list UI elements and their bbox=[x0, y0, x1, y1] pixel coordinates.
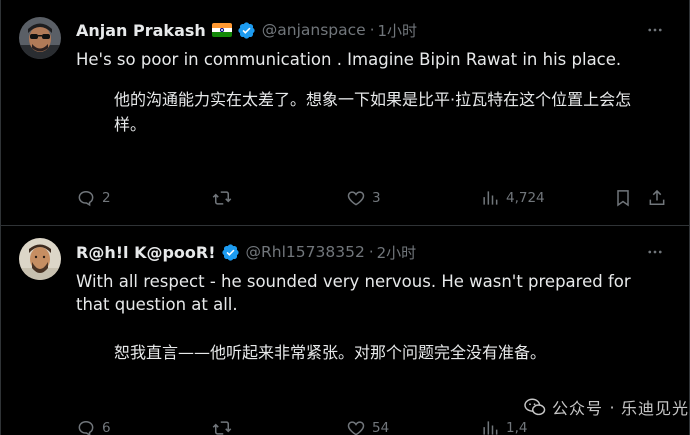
reply-count: 6 bbox=[102, 420, 111, 435]
tweet-header: Anjan Prakash @anjanspace · 1小时 bbox=[76, 18, 667, 42]
heart-icon bbox=[347, 421, 365, 435]
watermark-account: 乐迪见光 bbox=[620, 399, 689, 418]
analytics-icon bbox=[483, 191, 498, 205]
verified-badge-icon[interactable] bbox=[221, 243, 240, 262]
reply-button[interactable]: 2 bbox=[76, 187, 111, 209]
view-count: 1,4 bbox=[506, 420, 528, 435]
repost-button[interactable] bbox=[211, 187, 239, 209]
tweet-content: Anjan Prakash @anjanspace · 1小时 He's so … bbox=[76, 18, 667, 137]
tweet-translation: 他的沟通能力实在太差了。想象一下如果是比平·拉瓦特在这个位置上会怎样。 bbox=[114, 90, 632, 134]
more-options-icon[interactable] bbox=[643, 18, 667, 42]
timestamp[interactable]: 1小时 bbox=[377, 20, 417, 41]
watermark-platform: 公众号 bbox=[551, 399, 603, 418]
watermark: 公众号 · 乐迪见光 bbox=[523, 395, 689, 419]
view-count: 4,724 bbox=[506, 190, 545, 206]
display-name[interactable]: R@h!l K@pooR! bbox=[76, 243, 216, 262]
separator-dot: · bbox=[368, 243, 374, 261]
heart-icon bbox=[347, 191, 365, 206]
tweet[interactable]: Anjan Prakash @anjanspace · 1小时 He's so … bbox=[1, 0, 689, 226]
avatar[interactable] bbox=[19, 238, 61, 280]
like-count: 3 bbox=[372, 190, 381, 206]
repost-icon bbox=[212, 421, 232, 435]
timestamp[interactable]: 2小时 bbox=[377, 242, 417, 263]
india-flag-icon bbox=[211, 23, 232, 37]
tweet-content: R@h!l K@pooR! @Rhl15738352 · 2小时 With al… bbox=[76, 240, 667, 365]
share-button[interactable] bbox=[647, 187, 667, 209]
bookmark-button[interactable] bbox=[613, 187, 633, 209]
like-button[interactable]: 54 bbox=[346, 417, 389, 435]
views-button[interactable]: 4,724 bbox=[480, 187, 545, 209]
bookmark-icon bbox=[617, 190, 629, 207]
tweet[interactable]: R@h!l K@pooR! @Rhl15738352 · 2小时 With al… bbox=[1, 226, 689, 435]
like-count: 54 bbox=[372, 420, 390, 435]
reply-button[interactable]: 6 bbox=[76, 417, 111, 435]
watermark-separator: · bbox=[609, 397, 615, 417]
tweet-translation: 恕我直言——他听起来非常紧张。对那个问题完全没有准备。 bbox=[114, 343, 547, 362]
wechat-logo-icon bbox=[524, 398, 546, 416]
repost-button[interactable] bbox=[211, 417, 239, 435]
display-name[interactable]: Anjan Prakash bbox=[76, 21, 206, 40]
analytics-icon bbox=[483, 421, 498, 435]
repost-icon bbox=[212, 191, 232, 205]
share-icon bbox=[649, 189, 665, 205]
user-handle[interactable]: @Rhl15738352 bbox=[246, 243, 365, 261]
timeline: Anjan Prakash @anjanspace · 1小时 He's so … bbox=[0, 0, 690, 435]
reply-icon bbox=[78, 420, 94, 435]
separator-dot: · bbox=[369, 21, 375, 39]
tweet-header: R@h!l K@pooR! @Rhl15738352 · 2小时 bbox=[76, 240, 667, 264]
action-bar: 6 54 1,4 bbox=[76, 417, 667, 435]
reply-icon bbox=[78, 190, 94, 207]
tweet-text: With all respect - he sounded very nervo… bbox=[76, 272, 631, 314]
tweet-text: He's so poor in communication . Imagine … bbox=[76, 50, 622, 69]
reply-count: 2 bbox=[102, 190, 111, 206]
verified-badge-icon[interactable] bbox=[237, 21, 256, 40]
avatar[interactable] bbox=[19, 17, 61, 59]
action-bar: 2 3 4,724 bbox=[76, 187, 667, 209]
user-handle[interactable]: @anjanspace bbox=[262, 21, 366, 39]
more-options-icon[interactable] bbox=[643, 240, 667, 264]
views-button[interactable]: 1,4 bbox=[480, 417, 527, 435]
like-button[interactable]: 3 bbox=[346, 187, 381, 209]
